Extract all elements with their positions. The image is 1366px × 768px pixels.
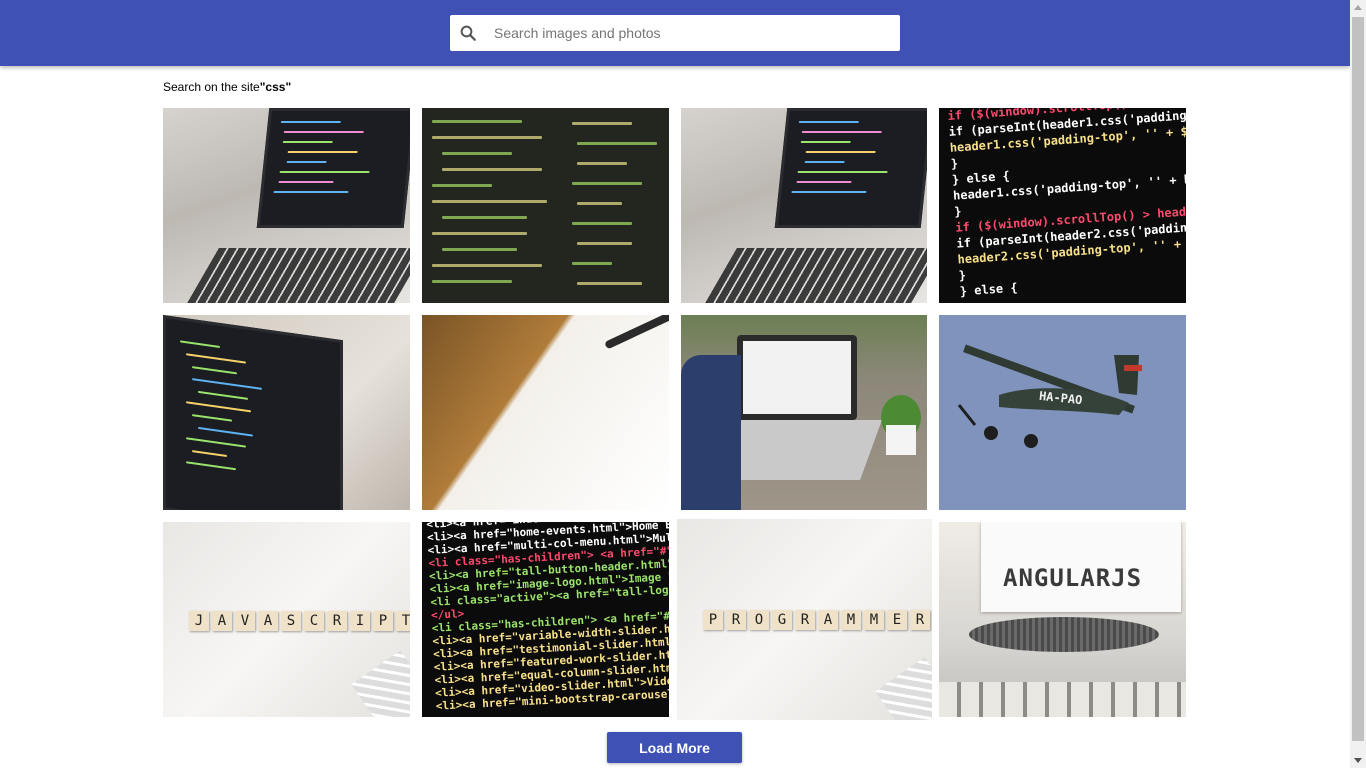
letter-tile: J bbox=[189, 611, 209, 631]
scroll-down-arrow[interactable] bbox=[1350, 752, 1366, 768]
image-tile-3[interactable] bbox=[681, 108, 927, 303]
letter-tile: M bbox=[864, 610, 884, 630]
letter-tile: A bbox=[818, 610, 838, 630]
image-tile-11[interactable]: PROGRAMMER bbox=[677, 519, 932, 720]
scroll-up-arrow[interactable] bbox=[1350, 0, 1366, 16]
letter-tile: R bbox=[327, 611, 347, 631]
scroll-thumb[interactable] bbox=[1352, 17, 1364, 741]
image-tile-4[interactable]: if ($(window).scrollTop() > header1_init… bbox=[939, 108, 1186, 303]
letter-tile: P bbox=[373, 611, 393, 631]
letter-tile: V bbox=[235, 611, 255, 631]
letter-tile: M bbox=[841, 610, 861, 630]
image-tile-1[interactable] bbox=[163, 108, 410, 303]
image-tile-12[interactable]: ANGULARJS bbox=[939, 522, 1186, 717]
typewriter-word: ANGULARJS bbox=[1003, 564, 1143, 592]
image-tile-10[interactable]: <li><a href="index.html">Home</a></li> <… bbox=[422, 522, 669, 717]
letter-tile: C bbox=[304, 611, 324, 631]
letter-tile: R bbox=[910, 610, 930, 630]
letter-tiles: PROGRAMMER bbox=[703, 610, 930, 630]
letter-tile: S bbox=[281, 611, 301, 631]
image-tile-2[interactable] bbox=[422, 108, 669, 303]
letter-tile: P bbox=[703, 610, 723, 630]
letter-tile: G bbox=[772, 610, 792, 630]
image-tile-7[interactable] bbox=[681, 315, 927, 510]
letter-tile: I bbox=[350, 611, 370, 631]
vertical-scrollbar[interactable] bbox=[1350, 0, 1366, 768]
letter-tile: R bbox=[795, 610, 815, 630]
image-tile-8[interactable]: HA-PAO bbox=[939, 315, 1186, 510]
letter-tile: A bbox=[212, 611, 232, 631]
load-more-button[interactable]: Load More bbox=[607, 732, 742, 763]
letter-tile: T bbox=[396, 611, 410, 631]
letter-tile: R bbox=[726, 610, 746, 630]
image-grid: if ($(window).scrollTop() > header1_init… bbox=[0, 0, 1350, 768]
letter-tile: E bbox=[887, 610, 907, 630]
image-tile-6[interactable] bbox=[422, 315, 669, 510]
letter-tiles: JAVASCRIPT bbox=[189, 611, 410, 631]
letter-tile: A bbox=[258, 611, 278, 631]
letter-tile: O bbox=[749, 610, 769, 630]
image-tile-9[interactable]: JAVASCRIPT bbox=[163, 522, 410, 717]
image-tile-5[interactable] bbox=[163, 315, 410, 510]
